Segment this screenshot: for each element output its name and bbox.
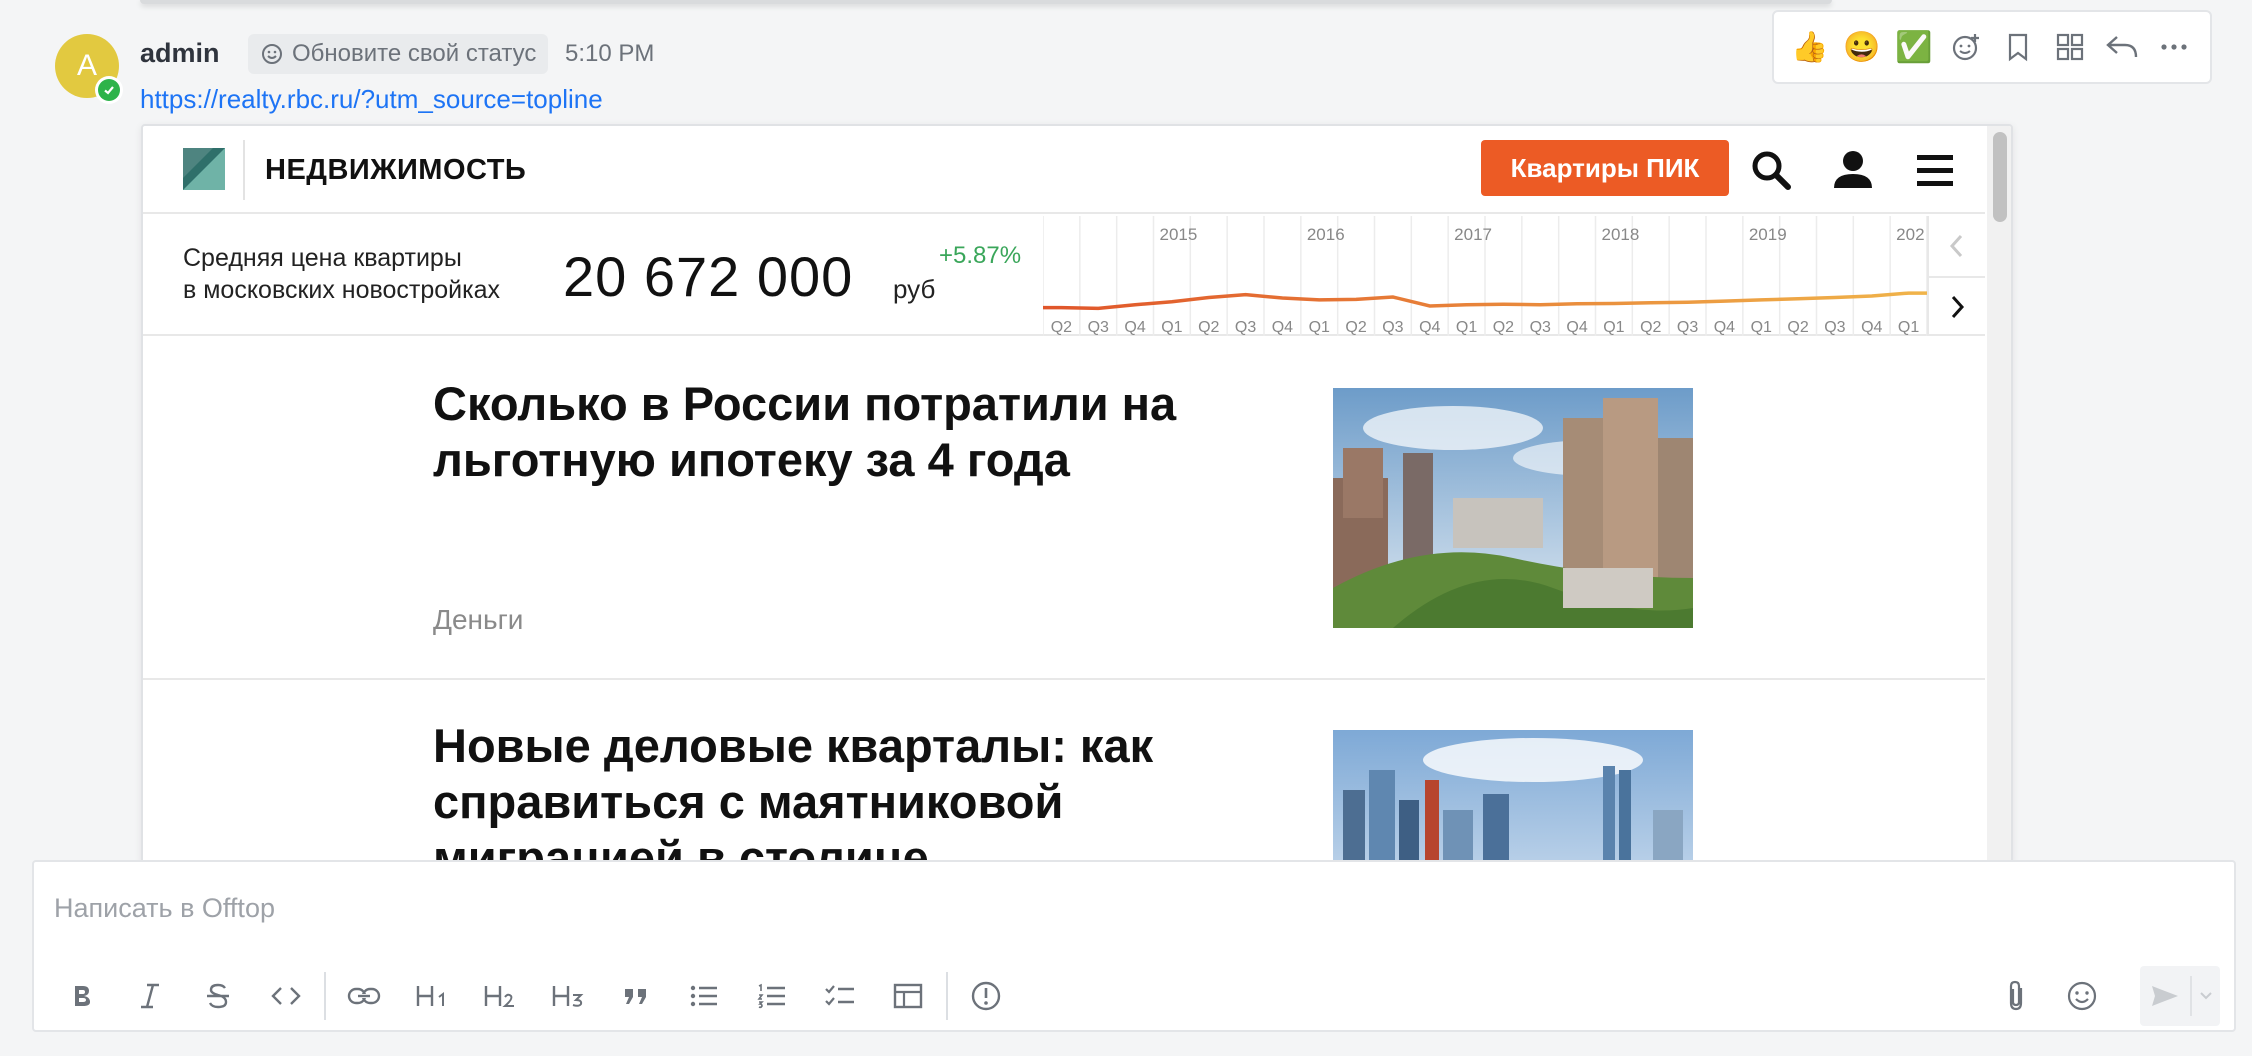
toolbar-divider	[324, 972, 326, 1020]
bookmark-icon[interactable]	[1996, 25, 2040, 69]
send-button-group	[2140, 966, 2220, 1026]
chart-tick-label: Q4	[1566, 319, 1587, 336]
message-link[interactable]: https://realty.rbc.ru/?utm_source=toplin…	[140, 84, 603, 115]
code-icon[interactable]	[252, 968, 320, 1024]
status-placeholder: Обновите свой статус	[292, 40, 537, 67]
article-card[interactable]: Сколько в России потратили на льготную и…	[143, 338, 1985, 678]
avatar-letter: A	[76, 49, 97, 82]
chart-tick-label: Q3	[1088, 319, 1109, 336]
chart-tick-label: Q3	[1677, 319, 1698, 336]
chart-tick-label: Q2	[1640, 319, 1661, 336]
article-category[interactable]: Деньги	[433, 604, 523, 636]
search-icon[interactable]	[1745, 144, 1797, 196]
chart-tick-label: Q3	[1382, 319, 1403, 336]
username[interactable]: admin	[140, 38, 220, 69]
link-preview[interactable]: НЕДВИЖИМОСТЬ Квартиры ПИК Средняя цена к…	[141, 124, 2013, 864]
apps-icon[interactable]	[2048, 25, 2092, 69]
chart-year-label: 2015	[1160, 225, 1198, 244]
chart-year-label: 2017	[1454, 225, 1492, 244]
formatting-toolbar	[48, 968, 1020, 1024]
chart-tick-label: Q1	[1898, 319, 1919, 336]
article-image[interactable]	[1333, 388, 1693, 628]
price-caption-line1: Средняя цена квартиры	[183, 244, 462, 272]
italic-icon[interactable]	[116, 968, 184, 1024]
article-title[interactable]: Сколько в России потратили на льготную и…	[433, 376, 1233, 488]
chart-tick-label: Q1	[1751, 319, 1772, 336]
more-icon[interactable]	[2152, 25, 2196, 69]
bullet-list-icon[interactable]	[670, 968, 738, 1024]
chart-tick-label: Q4	[1272, 319, 1293, 336]
link-icon[interactable]	[330, 968, 398, 1024]
emoji-icon[interactable]	[2054, 968, 2110, 1024]
price-caption-line2: в московских новостройках	[183, 276, 501, 304]
site-header: НЕДВИЖИМОСТЬ Квартиры ПИК	[143, 126, 1985, 214]
article-card[interactable]: Новые деловые кварталы: как справиться с…	[143, 680, 1985, 862]
chart-tick-label: Q2	[1787, 319, 1808, 336]
chart-year-label: 2019	[1749, 225, 1787, 244]
chart-next-button[interactable]	[1927, 276, 1985, 336]
toolbar-divider	[946, 972, 948, 1020]
chart-tick-label: Q1	[1603, 319, 1624, 336]
heading2-icon[interactable]	[466, 968, 534, 1024]
chart-tick-label: Q1	[1309, 319, 1330, 336]
logo-divider	[243, 140, 245, 200]
chart-tick-label: Q4	[1861, 319, 1882, 336]
message-time: 5:10 PM	[565, 40, 655, 67]
heading3-icon[interactable]	[534, 968, 602, 1024]
chart-year-label: 2016	[1307, 225, 1345, 244]
chart-tick-label: Q3	[1530, 319, 1551, 336]
thumbs-up-icon[interactable]: 👍	[1788, 25, 1832, 69]
price-caption: Средняя цена квартиры в московских новос…	[183, 242, 500, 306]
emoji-status-icon	[262, 44, 282, 64]
chart-tick-label: Q2	[1345, 319, 1366, 336]
cta-button[interactable]: Квартиры ПИК	[1481, 140, 1729, 196]
alert-icon[interactable]	[952, 968, 1020, 1024]
chart-tick-label: Q3	[1824, 319, 1845, 336]
strikethrough-icon[interactable]	[184, 968, 252, 1024]
message-actions-toolbar: 👍 😀 ✅	[1772, 10, 2212, 84]
scrollbar-thumb[interactable]	[1993, 132, 2007, 222]
chart-tick-label: Q4	[1419, 319, 1440, 336]
chart-year-label: 202	[1896, 225, 1924, 244]
grinning-face-icon[interactable]: 😀	[1840, 25, 1884, 69]
check-mark-icon[interactable]: ✅	[1892, 25, 1936, 69]
price-chart: 2015 2016 2017 2018 2019 202 Q2 Q3 Q4 Q1 Q2 Q3 Q4 Q1 Q…	[1043, 216, 1927, 336]
chart-tick-label: Q2	[1198, 319, 1219, 336]
chart-tick-label: Q2	[1051, 319, 1072, 336]
chart-tick-label: Q3	[1235, 319, 1256, 336]
chart-prev-button[interactable]	[1927, 216, 1985, 276]
preview-scrollbar[interactable]	[1987, 126, 2011, 862]
reply-icon[interactable]	[2100, 25, 2144, 69]
site-logo-icon	[183, 148, 225, 190]
task-list-icon[interactable]	[806, 968, 874, 1024]
user-icon[interactable]	[1827, 144, 1879, 196]
chart-tick-label: Q1	[1161, 319, 1182, 336]
status-button[interactable]: Обновите свой статус	[248, 34, 549, 74]
ordered-list-icon[interactable]	[738, 968, 806, 1024]
price-unit: руб	[893, 274, 936, 304]
bold-icon[interactable]	[48, 968, 116, 1024]
message-input[interactable]	[54, 888, 1954, 928]
message-composer	[32, 860, 2236, 1032]
price-widget: Средняя цена квартиры в московских новос…	[143, 216, 1985, 336]
site-name[interactable]: НЕДВИЖИМОСТЬ	[265, 154, 526, 187]
online-status-icon	[95, 76, 123, 104]
chart-year-label: 2018	[1602, 225, 1640, 244]
chevron-down-icon[interactable]	[2192, 966, 2220, 1026]
table-icon[interactable]	[874, 968, 942, 1024]
chart-tick-label: Q4	[1714, 319, 1735, 336]
attachment-icon[interactable]	[1988, 968, 2044, 1024]
add-reaction-icon[interactable]	[1944, 25, 1988, 69]
menu-icon[interactable]	[1909, 144, 1961, 196]
price-change: +5.87%	[939, 242, 1022, 269]
heading1-icon[interactable]	[398, 968, 466, 1024]
article-image[interactable]	[1333, 730, 1693, 862]
send-icon[interactable]	[2140, 966, 2190, 1026]
chart-tick-label: Q2	[1493, 319, 1514, 336]
quote-icon[interactable]	[602, 968, 670, 1024]
chart-tick-label: Q1	[1456, 319, 1477, 336]
price-value: 20 672 000	[563, 245, 854, 308]
article-title[interactable]: Новые деловые кварталы: как справиться с…	[433, 718, 1193, 862]
chart-tick-label: Q4	[1124, 319, 1145, 336]
